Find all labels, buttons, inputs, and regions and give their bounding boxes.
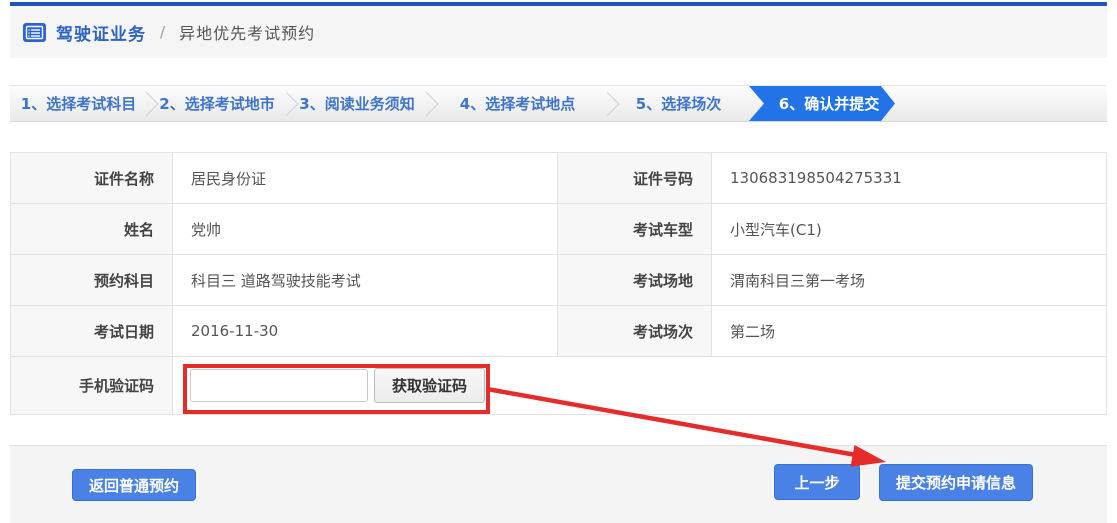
- action-bar: 返回普通预约 上一步 提交预约申请信息: [10, 445, 1107, 523]
- field-value: 党帅: [173, 204, 557, 254]
- get-code-button[interactable]: 获取验证码: [374, 368, 485, 403]
- step-2-choose-city: 2、选择考试地市: [147, 86, 287, 121]
- step-6-confirm-submit-active: 6、确认并提交: [749, 86, 895, 121]
- field-value: 科目三 道路驾驶技能考试: [173, 255, 557, 305]
- table-row: 预约科目 科目三 道路驾驶技能考试 考试场地 渭南科目三第一考场: [11, 255, 1106, 306]
- table-row: 姓名 党帅 考试车型 小型汽车(C1): [11, 204, 1106, 255]
- step-1-choose-subject: 1、选择考试科目: [10, 86, 147, 121]
- table-row: 证件名称 居民身份证 证件号码 130683198504275331: [11, 153, 1106, 204]
- step-label: 4、选择考试地点: [460, 93, 575, 114]
- exam-booking-page: 驾驶证业务 / 异地优先考试预约 1、选择考试科目 2、选择考试地市 3、阅读业…: [0, 0, 1117, 523]
- step-label: 1、选择考试科目: [21, 93, 136, 114]
- step-3-read-notice: 3、阅读业务须知: [287, 86, 427, 121]
- captcha-label: 手机验证码: [11, 357, 173, 414]
- field-label: 姓名: [11, 204, 173, 254]
- page-title: 异地优先考试预约: [179, 20, 315, 44]
- field-value: 第二场: [712, 306, 1106, 356]
- field-value: 渭南科目三第一考场: [712, 255, 1106, 305]
- step-label: 5、选择场次: [636, 93, 721, 114]
- previous-step-button[interactable]: 上一步: [774, 464, 860, 500]
- field-value: 居民身份证: [173, 153, 557, 203]
- stepbar-filler: [895, 86, 1107, 121]
- back-to-normal-booking-button[interactable]: 返回普通预约: [72, 469, 196, 501]
- step-label: 2、选择考试地市: [159, 93, 274, 114]
- submit-application-button[interactable]: 提交预约申请信息: [879, 464, 1033, 501]
- step-label: 3、阅读业务须知: [299, 93, 414, 114]
- table-row: 考试日期 2016-11-30 考试场次 第二场: [11, 306, 1106, 357]
- step-5-choose-session: 5、选择场次: [608, 86, 749, 121]
- field-label: 考试车型: [557, 204, 712, 254]
- breadcrumb-separator: /: [160, 23, 165, 41]
- step-4-choose-site: 4、选择考试地点: [427, 86, 608, 121]
- field-label: 证件号码: [557, 153, 712, 203]
- field-label: 考试场次: [557, 306, 712, 356]
- field-label: 证件名称: [11, 153, 173, 203]
- captcha-cell: 获取验证码: [173, 357, 1106, 414]
- sms-code-input[interactable]: [190, 369, 368, 402]
- field-label: 预约科目: [11, 255, 173, 305]
- field-label: 考试日期: [11, 306, 173, 356]
- wizard-steps: 1、选择考试科目 2、选择考试地市 3、阅读业务须知 4、选择考试地点 5、选择…: [10, 85, 1107, 122]
- field-value: 2016-11-30: [173, 306, 557, 356]
- service-category-title[interactable]: 驾驶证业务: [56, 20, 146, 45]
- field-label: 考试场地: [557, 255, 712, 305]
- field-value: 130683198504275331: [712, 153, 1106, 203]
- field-value: 小型汽车(C1): [712, 204, 1106, 254]
- captcha-row: 手机验证码 获取验证码: [11, 357, 1106, 414]
- list-icon: [23, 23, 46, 42]
- breadcrumb: 驾驶证业务 / 异地优先考试预约: [10, 6, 1107, 58]
- step-label: 6、确认并提交: [779, 93, 879, 114]
- confirmation-table: 证件名称 居民身份证 证件号码 130683198504275331 姓名 党帅…: [10, 152, 1107, 415]
